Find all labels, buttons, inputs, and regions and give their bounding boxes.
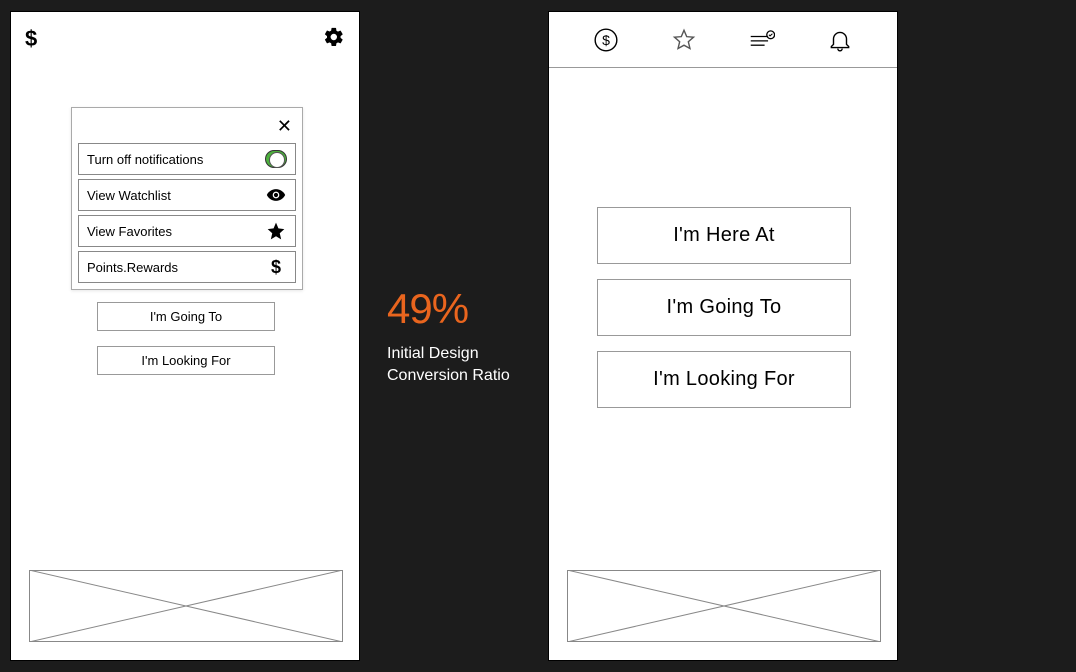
popup-row-rewards[interactable]: Points.Rewards $ [78,251,296,283]
dollar-circle-icon[interactable]: $ [592,26,620,54]
svg-text:$: $ [602,31,610,47]
popup-label: View Watchlist [87,188,171,203]
main-buttons-right: I'm Here At I'm Going To I'm Looking For [597,207,851,423]
phone-wireframe-revised: $ I'm Here At I'm Going To I'm Looking F… [548,11,898,661]
star-outline-icon[interactable] [670,26,698,54]
top-bar-right: $ [549,12,897,68]
top-bar-left: $ [11,12,359,56]
image-placeholder [29,570,343,642]
popup-label: Points.Rewards [87,260,178,275]
button-here-at[interactable]: I'm Here At [597,207,851,264]
popup-row-favorites[interactable]: View Favorites [78,215,296,247]
button-going-to[interactable]: I'm Going To [597,279,851,336]
phone-wireframe-initial: $ ✕ Turn off notifications View Watchlis… [10,11,360,661]
star-icon [265,221,287,241]
button-looking-for[interactable]: I'm Looking For [97,346,275,375]
stat-label-line1: Initial Design [387,343,510,365]
toggle-icon[interactable] [265,149,287,169]
settings-popup: ✕ Turn off notifications View Watchlist … [71,107,303,290]
popup-label: View Favorites [87,224,172,239]
dollar-icon: $ [265,257,287,277]
bell-icon[interactable] [826,26,854,54]
image-placeholder [567,570,881,642]
stat-initial: 49% Initial Design Conversion Ratio [387,285,510,386]
popup-row-notifications[interactable]: Turn off notifications [78,143,296,175]
gear-icon[interactable] [323,26,345,53]
dollar-icon[interactable]: $ [25,26,37,52]
close-icon[interactable]: ✕ [78,114,296,143]
list-check-icon[interactable] [748,26,776,54]
popup-row-watchlist[interactable]: View Watchlist [78,179,296,211]
button-looking-for[interactable]: I'm Looking For [597,351,851,408]
button-going-to[interactable]: I'm Going To [97,302,275,331]
stat-label-line2: Conversion Ratio [387,365,510,387]
popup-label: Turn off notifications [87,152,203,167]
eye-icon [265,185,287,205]
stat-percentage: 49% [387,285,510,333]
main-buttons-left: I'm Going To I'm Looking For [97,302,275,390]
